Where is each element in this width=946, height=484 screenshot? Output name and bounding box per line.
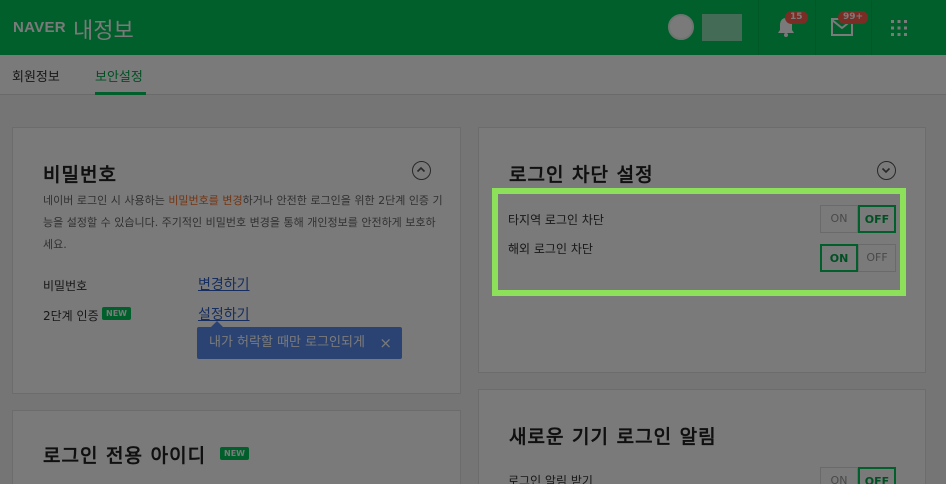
toggle-on-button[interactable]: ON bbox=[820, 467, 858, 484]
top-header: NAVER 내정보 15 99+ bbox=[0, 0, 946, 55]
toggle-off-button[interactable]: OFF bbox=[858, 467, 896, 484]
naver-logo[interactable]: NAVER bbox=[13, 19, 66, 36]
notification-badge: 15 bbox=[785, 11, 808, 24]
setup-two-step-link[interactable]: 설정하기 bbox=[198, 304, 250, 324]
sub-navigation: 회원정보 보안설정 bbox=[0, 55, 946, 95]
two-step-row-label: 2단계 인증 bbox=[43, 309, 99, 323]
password-card-description: 네이버 로그인 시 사용하는 비밀번호를 변경하거나 안전한 로그인을 위한 2… bbox=[43, 190, 443, 256]
new-badge: NEW bbox=[220, 447, 249, 460]
tab-security-settings[interactable]: 보안설정 bbox=[95, 66, 143, 85]
two-step-tooltip: 내가 허락할 때만 로그인되게 × bbox=[197, 321, 402, 359]
desc-text: 네이버 로그인 시 사용하는 bbox=[43, 194, 169, 207]
chevron-up-icon[interactable] bbox=[412, 161, 431, 180]
login-only-id-title: 로그인 전용 아이디 bbox=[43, 445, 207, 467]
page-title[interactable]: 내정보 bbox=[73, 13, 134, 45]
login-alert-toggle: ON OFF bbox=[820, 467, 896, 484]
desc-accent-text: 비밀번호를 변경 bbox=[168, 194, 243, 207]
login-block-title: 로그인 차단 설정 bbox=[509, 164, 654, 186]
new-device-title: 새로운 기기 로그인 알림 bbox=[509, 426, 717, 448]
avatar[interactable] bbox=[668, 14, 694, 40]
header-divider bbox=[758, 0, 759, 55]
chevron-down-icon[interactable] bbox=[877, 161, 896, 180]
login-only-id-card: 로그인 전용 아이디 NEW bbox=[12, 410, 461, 484]
tab-member-info[interactable]: 회원정보 bbox=[12, 66, 60, 85]
header-divider bbox=[871, 0, 872, 55]
new-device-alert-card: 새로운 기기 로그인 알림 로그인 알림 받기 ON OFF bbox=[478, 389, 926, 484]
active-tab-indicator bbox=[95, 92, 146, 95]
close-icon[interactable]: × bbox=[379, 327, 392, 359]
login-alert-label: 로그인 알림 받기 bbox=[508, 474, 593, 484]
tooltip-text: 내가 허락할 때만 로그인되게 bbox=[209, 335, 365, 350]
highlight-frame bbox=[492, 188, 906, 296]
username-redacted[interactable] bbox=[702, 14, 742, 41]
new-badge: NEW bbox=[102, 307, 131, 320]
header-divider bbox=[815, 0, 816, 55]
change-password-link[interactable]: 변경하기 bbox=[198, 274, 250, 294]
password-card-title: 비밀번호 bbox=[43, 164, 117, 186]
mail-badge: 99+ bbox=[838, 11, 869, 24]
apps-grid-icon[interactable] bbox=[890, 19, 914, 41]
password-row-label: 비밀번호 bbox=[43, 279, 88, 293]
